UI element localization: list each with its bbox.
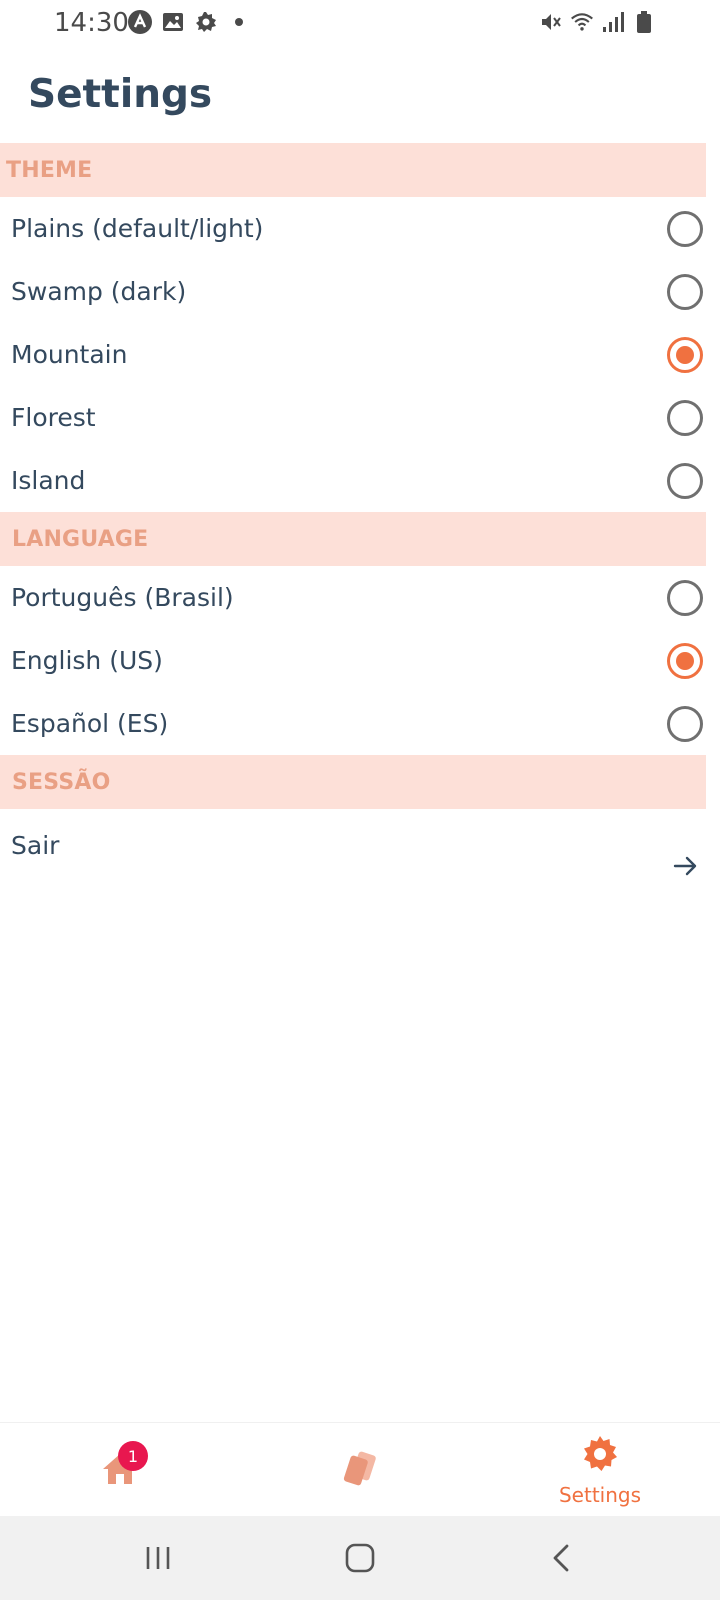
back-icon[interactable] (540, 1536, 584, 1580)
nav-settings[interactable]: Settings (480, 1423, 720, 1517)
theme-option-swamp[interactable]: Swamp (dark) (0, 260, 720, 323)
page-title: Settings (28, 72, 213, 117)
theme-option-plains[interactable]: Plains (default/light) (0, 197, 720, 260)
status-left-icons (128, 10, 251, 34)
app-icon (128, 10, 152, 34)
radio-button-selected[interactable] (667, 642, 703, 679)
gear-icon (580, 1434, 620, 1479)
radio-button-selected[interactable] (667, 336, 703, 373)
radio-button[interactable] (667, 462, 703, 499)
section-header-theme: THEME (0, 143, 706, 197)
cards-icon (339, 1447, 381, 1494)
section-header-session: SESSÃO (0, 755, 706, 809)
status-bar: 14:30 (0, 0, 720, 46)
option-label: Island (11, 466, 86, 495)
status-time: 14:30 (54, 8, 129, 38)
radio-button[interactable] (667, 705, 703, 742)
option-label: Español (ES) (11, 709, 169, 738)
section-title: LANGUAGE (12, 526, 149, 552)
option-label: Mountain (11, 340, 128, 369)
status-right-icons (539, 10, 656, 34)
logout-label: Sair (11, 831, 60, 860)
theme-option-island[interactable]: Island (0, 449, 720, 512)
language-option-portuguese[interactable]: Português (Brasil) (0, 566, 720, 629)
home-button-icon[interactable] (338, 1536, 382, 1580)
arrow-right-icon[interactable] (672, 853, 698, 879)
gear-icon (194, 10, 218, 34)
mute-icon (539, 10, 563, 34)
image-icon (161, 10, 185, 34)
language-option-spanish[interactable]: Español (ES) (0, 692, 720, 755)
radio-button[interactable] (667, 399, 703, 436)
nav-label-settings: Settings (558, 1482, 642, 1507)
option-label: Florest (11, 403, 96, 432)
option-label: Swamp (dark) (11, 277, 187, 306)
dot-icon (227, 10, 251, 34)
radio-button[interactable] (667, 579, 703, 616)
radio-button[interactable] (667, 210, 703, 247)
settings-content: THEME Plains (default/light) Swamp (dark… (0, 143, 720, 891)
language-option-english[interactable]: English (US) (0, 629, 720, 692)
section-header-language: LANGUAGE (0, 512, 706, 566)
section-title: SESSÃO (12, 769, 111, 795)
battery-icon (632, 10, 656, 34)
section-title: THEME (6, 157, 93, 183)
theme-option-mountain[interactable]: Mountain (0, 323, 720, 386)
system-nav-bar (0, 1516, 720, 1600)
option-label: English (US) (11, 646, 163, 675)
nav-home[interactable]: 1 (0, 1423, 240, 1517)
option-label: Português (Brasil) (11, 583, 234, 612)
notification-badge: 1 (118, 1441, 148, 1471)
radio-button[interactable] (667, 273, 703, 310)
theme-option-florest[interactable]: Florest (0, 386, 720, 449)
nav-cards[interactable] (240, 1423, 480, 1517)
bottom-nav: 1 Settings (0, 1422, 720, 1516)
logout-row[interactable]: Sair (0, 809, 720, 891)
wifi-icon (570, 10, 594, 34)
signal-icon (601, 10, 625, 34)
recent-apps-icon[interactable] (136, 1536, 180, 1580)
option-label: Plains (default/light) (11, 214, 264, 243)
